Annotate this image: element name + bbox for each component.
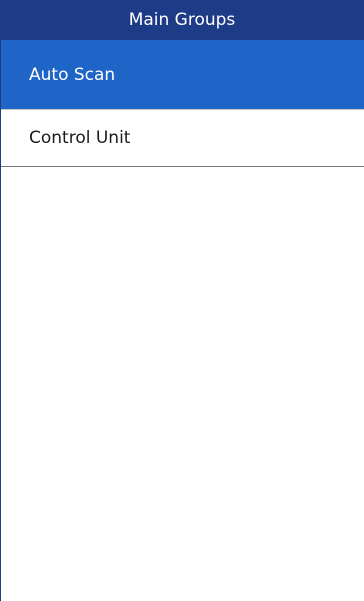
- main-groups-screen: Main Groups Auto Scan Control Unit: [0, 0, 364, 601]
- main-groups-list: Auto Scan Control Unit: [0, 40, 364, 601]
- page-title: Main Groups: [0, 0, 364, 40]
- menu-item-control-unit[interactable]: Control Unit: [1, 110, 364, 167]
- menu-item-auto-scan[interactable]: Auto Scan: [1, 40, 364, 110]
- menu-item-label: Control Unit: [29, 128, 131, 148]
- menu-item-label: Auto Scan: [29, 64, 116, 85]
